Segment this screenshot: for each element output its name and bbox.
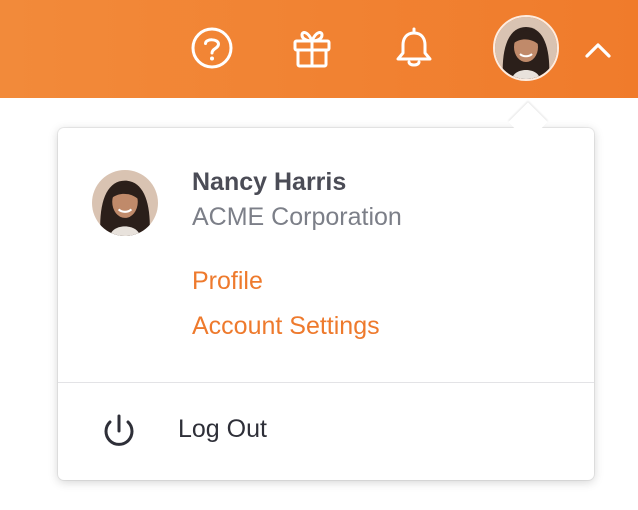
avatar bbox=[495, 17, 557, 79]
profile-link[interactable]: Profile bbox=[192, 267, 263, 296]
account-settings-link[interactable]: Account Settings bbox=[192, 312, 380, 341]
logout-label: Log Out bbox=[178, 415, 267, 443]
chevron-up-icon bbox=[585, 43, 611, 58]
account-dropdown-menu: Nancy Harris ACME Corporation Profile Ac… bbox=[58, 128, 594, 480]
account-avatar-button[interactable] bbox=[493, 15, 559, 81]
bell-icon bbox=[396, 27, 432, 67]
user-avatar bbox=[92, 170, 158, 236]
dropdown-caret-cover bbox=[500, 128, 558, 142]
help-button[interactable] bbox=[184, 20, 240, 76]
logout-button[interactable]: Log Out bbox=[58, 383, 594, 480]
gift-icon bbox=[293, 31, 331, 68]
avatar bbox=[92, 170, 158, 236]
user-name: Nancy Harris bbox=[192, 168, 347, 196]
gift-button[interactable] bbox=[284, 20, 340, 76]
top-navigation-bar bbox=[0, 0, 638, 98]
account-menu-toggle[interactable] bbox=[578, 30, 618, 70]
help-circle-icon bbox=[191, 27, 233, 69]
power-icon bbox=[104, 414, 134, 446]
user-company: ACME Corporation bbox=[192, 203, 402, 231]
notifications-button[interactable] bbox=[386, 20, 442, 76]
